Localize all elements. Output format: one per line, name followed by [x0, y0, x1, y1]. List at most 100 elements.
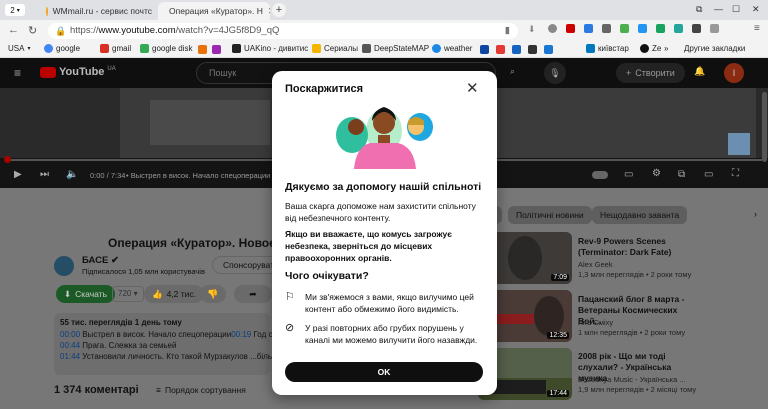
url-host: www.youtube.com: [98, 25, 176, 36]
page-scrollbar[interactable]: [762, 92, 767, 162]
miniplayer-icon[interactable]: ⧉: [678, 169, 685, 180]
channel-avatar[interactable]: [54, 256, 74, 276]
extension-icon[interactable]: [620, 24, 629, 33]
subtitles-icon[interactable]: ▭: [624, 169, 633, 180]
bookmark-google-disk[interactable]: google disk: [140, 44, 192, 53]
chip-political-news[interactable]: Політичні новини: [508, 206, 592, 224]
bookmark-icon[interactable]: [198, 45, 207, 54]
fullscreen-icon[interactable]: ⛶: [732, 168, 739, 179]
settings-gear-icon[interactable]: ⚙: [652, 168, 661, 179]
bookmark-google[interactable]: google: [44, 44, 80, 53]
globe-icon[interactable]: [548, 24, 557, 33]
extension-icon[interactable]: [674, 24, 683, 33]
tab-youtube[interactable]: Операция «Куратор». Н ✕: [158, 2, 270, 20]
create-button[interactable]: + Створити: [616, 63, 685, 83]
browser-tab-bar: 2 ▾ WMmail.ru - сервис почтс Операция «Ку…: [0, 0, 768, 20]
sort-comments-button[interactable]: ≡ Порядок сортування: [156, 385, 246, 395]
notifications-bell-icon[interactable]: 🔔: [694, 66, 705, 77]
avatar[interactable]: I: [724, 63, 744, 83]
extension-icon[interactable]: [602, 24, 611, 33]
folder-icon: [312, 44, 321, 53]
recommendation-channel[interactable]: Alex Geek: [578, 260, 613, 270]
bookmark-label: USA: [8, 44, 25, 53]
other-bookmarks[interactable]: Другие закладки: [684, 44, 745, 53]
chapter-text: Установили личность. Кто такой Мурзакуло…: [82, 352, 283, 361]
next-icon[interactable]: ⏭: [40, 169, 49, 180]
tab-wmmail[interactable]: WMmail.ru - сервис почтс: [40, 2, 158, 20]
chapter-timestamp[interactable]: 01:44: [60, 352, 80, 361]
bookmark-icon[interactable]: [512, 45, 521, 54]
close-tab-icon[interactable]: ✕: [268, 6, 270, 17]
minimize-icon[interactable]: —: [714, 4, 723, 14]
chip-recently-uploaded[interactable]: Нещодавно заванта: [592, 206, 688, 224]
download-icon[interactable]: ⬇: [528, 24, 536, 35]
chapter-timestamp[interactable]: 00:19: [231, 330, 251, 339]
google-icon: [44, 44, 53, 53]
volume-icon[interactable]: 🔈: [66, 169, 78, 180]
thumbs-down-icon: 👎: [207, 289, 219, 299]
reload-icon[interactable]: ↻: [28, 24, 37, 37]
new-tab-button[interactable]: +: [272, 3, 286, 17]
dislike-button[interactable]: 👎: [200, 285, 226, 303]
extension-icon[interactable]: [566, 24, 575, 33]
bookmark-icon[interactable]: [544, 45, 553, 54]
bookmark-uakino[interactable]: UAKino - дивитис: [232, 44, 308, 53]
ok-button[interactable]: OK: [285, 362, 483, 382]
quality-select[interactable]: 720 ▾: [112, 286, 144, 302]
expect-item-text: У разі повторних або грубих порушень у к…: [305, 323, 478, 345]
chapter-title[interactable]: • Выстрел в висок. Начало спецоперации: [126, 171, 270, 180]
chevron-right-icon[interactable]: ›: [754, 209, 757, 219]
url-field[interactable]: 🔒 https://www.youtube.com/watch?v=4JG5f8…: [48, 23, 518, 39]
back-icon[interactable]: ←: [8, 24, 19, 36]
bookmark-star-icon[interactable]: ▮: [505, 23, 510, 39]
bookmark-icon[interactable]: [496, 45, 505, 54]
bookmark-kyivstar[interactable]: київстар: [586, 44, 629, 53]
download-button[interactable]: ⬇ Скачать: [56, 285, 115, 303]
sort-label: Порядок сортування: [164, 385, 246, 395]
recommendation-channel[interactable]: Bezodnya Music - Українська ...: [578, 375, 686, 385]
video-frame-van: [496, 88, 756, 158]
bookmark-ze[interactable]: Ze: [640, 44, 661, 53]
extensions-bar: [548, 24, 719, 33]
close-window-icon[interactable]: ✕: [752, 4, 760, 15]
bookmark-deepstatemap[interactable]: DeepStateMAP: [362, 44, 429, 53]
autoplay-toggle[interactable]: [592, 171, 608, 179]
progress-scrubber[interactable]: [4, 156, 11, 163]
theater-mode-icon[interactable]: ▭: [704, 169, 713, 180]
more-bookmarks-icon[interactable]: »: [664, 44, 668, 53]
play-icon[interactable]: ▶: [14, 169, 22, 180]
search-icon[interactable]: ⌕: [510, 66, 515, 77]
maximize-icon[interactable]: ☐: [732, 4, 740, 15]
tab-count-button[interactable]: 2 ▾: [5, 4, 25, 16]
bookmark-serials[interactable]: Сериалы: [312, 44, 358, 53]
bookmark-usa[interactable]: USA ▾: [8, 44, 30, 53]
weather-icon: [432, 44, 441, 53]
extension-icon[interactable]: [584, 24, 593, 33]
bookmark-weather[interactable]: weather: [432, 44, 472, 53]
bookmark-icon[interactable]: [528, 45, 537, 54]
microphone-icon[interactable]: 🎙: [544, 62, 566, 84]
expect-item-text: Ми зв'яжемося з вами, якщо вилучимо цей …: [305, 292, 474, 314]
chapter-text: Прага. Слежка за семьей: [82, 341, 177, 350]
recommendation-channel[interactable]: Ліга Сміху: [578, 318, 613, 328]
hamburger-icon[interactable]: ≡: [14, 66, 21, 80]
close-icon[interactable]: ✕: [466, 79, 479, 97]
extension-icon[interactable]: [638, 24, 647, 33]
ze-icon: [640, 44, 649, 53]
bookmark-icon[interactable]: [480, 45, 489, 54]
chapter-timestamp[interactable]: 00:44: [60, 341, 80, 350]
share-button[interactable]: ➦: [234, 285, 272, 303]
bookmark-icon[interactable]: [212, 45, 221, 54]
like-button[interactable]: 👍 4,2 тис.: [144, 285, 205, 303]
chapter-timestamp[interactable]: 00:00: [60, 330, 80, 339]
youtube-logo[interactable]: YouTube UA: [40, 66, 116, 78]
recommendation-title[interactable]: Rev-9 Powers Scenes (Terminator: Dark Fa…: [578, 236, 702, 258]
bookmark-panel-icon[interactable]: ⧉: [696, 4, 702, 15]
extension-icon[interactable]: [692, 24, 701, 33]
bookmark-gmail[interactable]: gmail: [100, 44, 131, 53]
extension-icon[interactable]: [710, 24, 719, 33]
block-icon: ⊘: [285, 322, 295, 334]
channel-name-row[interactable]: БАСЕ ✔: [82, 255, 119, 266]
menu-icon[interactable]: ≡: [754, 23, 760, 34]
extension-icon[interactable]: [656, 24, 665, 33]
